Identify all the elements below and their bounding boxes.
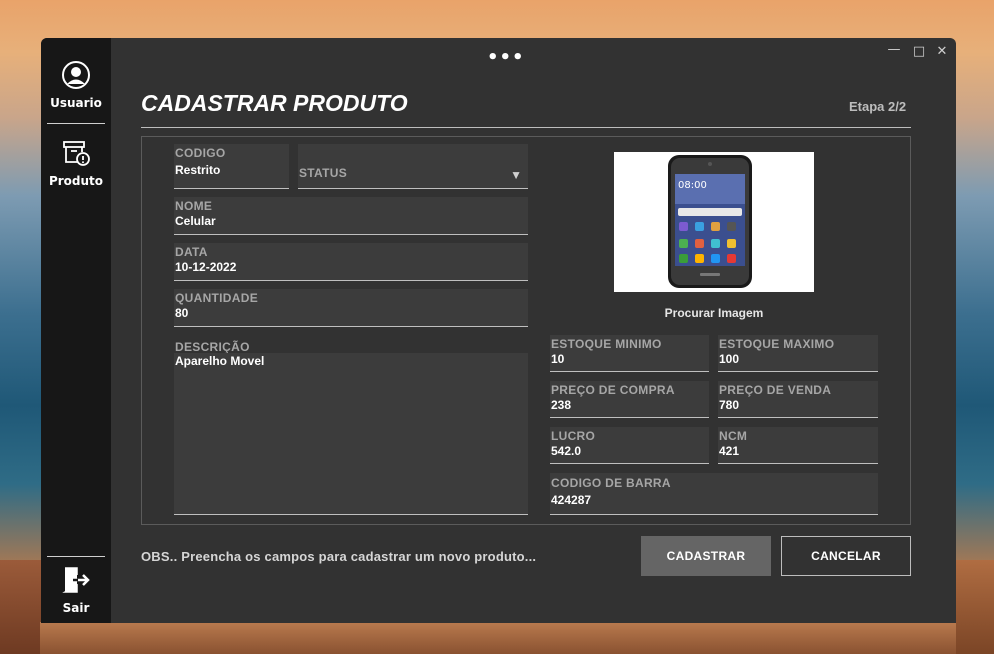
data-field[interactable]: DATA 10-12-2022	[174, 243, 528, 281]
estoque-maximo-value: 100	[719, 352, 740, 366]
lucro-label: LUCRO	[551, 429, 596, 443]
codigo-label: CODIGO	[175, 146, 226, 160]
data-value: 10-12-2022	[175, 260, 237, 274]
sidebar-item-sair[interactable]: Sair	[41, 565, 111, 615]
preco-venda-label: PREÇO DE VENDA	[719, 383, 832, 397]
codigo-field[interactable]: CODIGO Restrito	[174, 144, 289, 189]
app-window: Usuario Produto Sair ••• — □ ✕ CADASTRAR…	[41, 38, 956, 623]
sidebar-divider	[47, 556, 105, 557]
descricao-label: DESCRIÇÃO	[175, 340, 250, 354]
desktop-rock-bottom	[40, 622, 956, 654]
preco-venda-value: 780	[719, 398, 740, 412]
cadastrar-button[interactable]: CADASTRAR	[641, 536, 771, 576]
window-menu-dots[interactable]: •••	[487, 47, 525, 68]
maximize-icon[interactable]: □	[911, 44, 927, 59]
preco-compra-label: PREÇO DE COMPRA	[551, 383, 675, 397]
preco-compra-value: 238	[551, 398, 572, 412]
data-label: DATA	[175, 245, 208, 259]
lucro-field[interactable]: LUCRO 542.0	[550, 427, 709, 464]
user-icon	[62, 61, 90, 89]
sidebar-item-label: Usuario	[50, 96, 102, 110]
sidebar-item-label: Produto	[48, 174, 104, 188]
ncm-field[interactable]: NCM 421	[718, 427, 878, 464]
estoque-minimo-label: ESTOQUE MINIMO	[551, 337, 662, 351]
obs-hint: OBS.. Preencha os campos para cadastrar …	[141, 549, 537, 564]
estoque-minimo-value: 10	[551, 352, 565, 366]
status-select[interactable]: STATUS ▼	[298, 144, 528, 189]
close-icon[interactable]: ✕	[934, 44, 950, 59]
codigo-value: Restrito	[175, 163, 221, 177]
svg-text:08:00: 08:00	[678, 180, 707, 191]
status-label: STATUS	[299, 166, 348, 180]
logout-icon	[62, 567, 90, 593]
estoque-maximo-field[interactable]: ESTOQUE MAXIMO 100	[718, 335, 878, 372]
quantidade-field[interactable]: QUANTIDADE 80	[174, 289, 528, 327]
descricao-textarea[interactable]: Aparelho Movel	[174, 353, 528, 515]
smartphone-icon: 08:00	[668, 155, 752, 288]
preco-compra-field[interactable]: PREÇO DE COMPRA 238	[550, 381, 709, 418]
nome-field[interactable]: NOME Celular	[174, 197, 528, 235]
step-indicator: Etapa 2/2	[849, 99, 907, 114]
sidebar: Usuario Produto Sair	[41, 38, 111, 623]
sidebar-item-produto[interactable]: Produto	[41, 138, 111, 188]
lucro-value: 542.0	[551, 444, 582, 458]
procurar-imagem-button[interactable]: Procurar Imagem	[614, 306, 814, 320]
nome-label: NOME	[175, 199, 213, 213]
box-alert-icon	[63, 141, 90, 166]
nome-value: Celular	[175, 214, 216, 228]
page-title: CADASTRAR PRODUTO	[141, 90, 408, 116]
quantidade-label: QUANTIDADE	[175, 291, 258, 305]
codigo-barra-value: 424287	[551, 493, 592, 507]
quantidade-value: 80	[175, 306, 189, 320]
ncm-value: 421	[719, 444, 740, 458]
preco-venda-field[interactable]: PREÇO DE VENDA 780	[718, 381, 878, 418]
sidebar-divider	[47, 123, 105, 124]
desktop-rock-right	[955, 560, 994, 654]
cancelar-button[interactable]: CANCELAR	[781, 536, 911, 576]
ncm-label: NCM	[719, 429, 748, 443]
codigo-barra-field[interactable]: CODIGO DE BARRA 424287	[550, 473, 878, 515]
estoque-maximo-label: ESTOQUE MAXIMO	[719, 337, 835, 351]
sidebar-item-label: Sair	[62, 601, 90, 615]
dropdown-arrow-icon: ▼	[510, 168, 522, 182]
minimize-icon[interactable]: —	[886, 42, 902, 57]
title-divider	[141, 127, 911, 128]
product-image: 08:00	[614, 152, 814, 292]
estoque-minimo-field[interactable]: ESTOQUE MINIMO 10	[550, 335, 709, 372]
codigo-barra-label: CODIGO DE BARRA	[551, 476, 671, 490]
sidebar-item-usuario[interactable]: Usuario	[41, 60, 111, 110]
